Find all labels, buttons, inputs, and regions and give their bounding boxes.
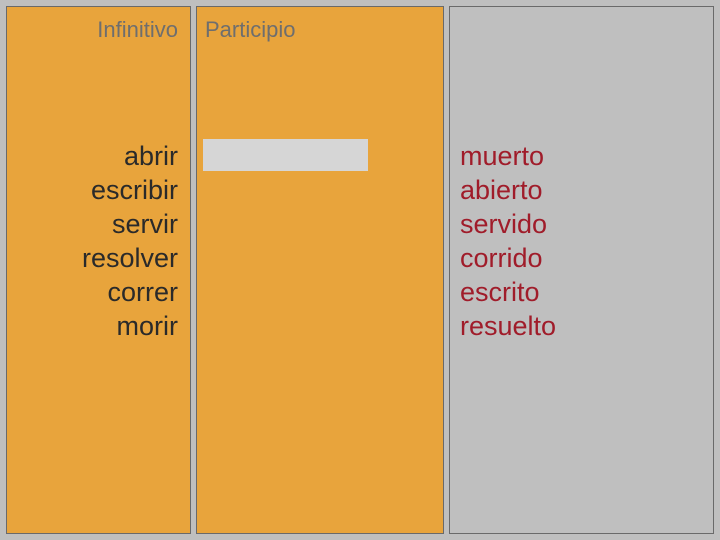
list-item[interactable]: servido (460, 207, 556, 241)
header-participle: Participio (205, 17, 295, 43)
participle-list: muerto abierto servido corrido escrito r… (460, 139, 556, 343)
list-item: correr (82, 275, 178, 309)
list-item: resolver (82, 241, 178, 275)
column-infinitive: Infinitivo abrir escribir servir resolve… (6, 6, 191, 534)
column-participle: Participio (196, 6, 444, 534)
list-item[interactable]: corrido (460, 241, 556, 275)
list-item: morir (82, 309, 178, 343)
list-item[interactable]: escrito (460, 275, 556, 309)
list-item[interactable]: muerto (460, 139, 556, 173)
answer-blank[interactable] (203, 139, 368, 171)
list-item: escribir (82, 173, 178, 207)
list-item[interactable]: resuelto (460, 309, 556, 343)
list-item: abrir (82, 139, 178, 173)
column-wordbank: muerto abierto servido corrido escrito r… (449, 6, 714, 534)
list-item: servir (82, 207, 178, 241)
header-infinitive: Infinitivo (97, 17, 178, 43)
slide-stage: Infinitivo abrir escribir servir resolve… (0, 0, 720, 540)
list-item[interactable]: abierto (460, 173, 556, 207)
infinitive-list: abrir escribir servir resolver correr mo… (82, 139, 178, 343)
